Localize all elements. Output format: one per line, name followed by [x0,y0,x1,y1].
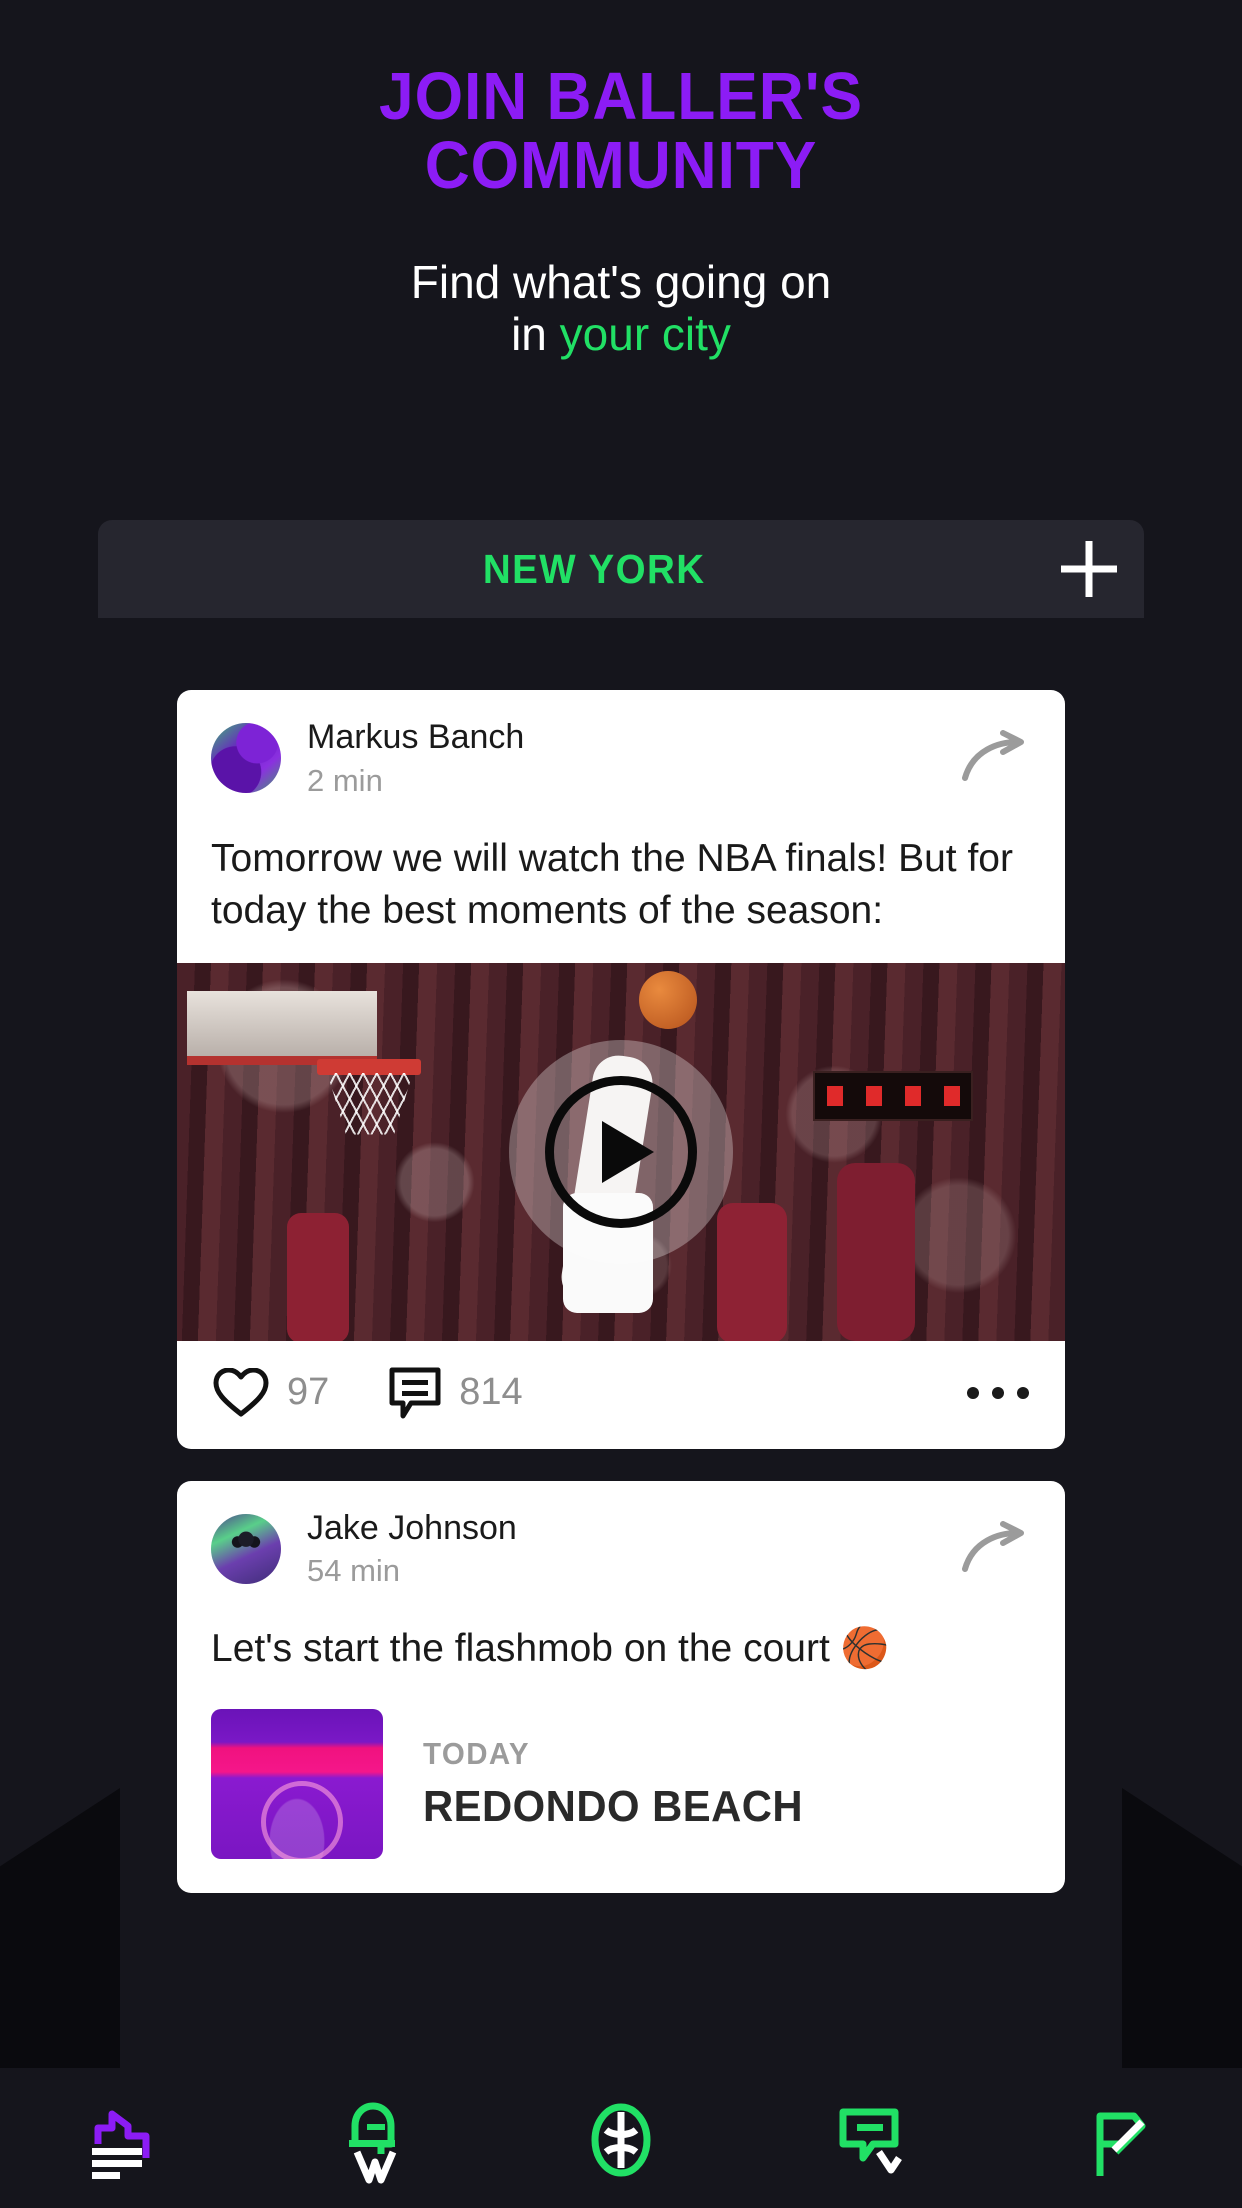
share-arrow-icon[interactable] [959,730,1031,786]
post-video[interactable] [177,962,1065,1341]
post-text: Tomorrow we will watch the NBA finals! B… [211,836,1013,932]
nav-item-feed[interactable] [49,2085,199,2195]
post-author-block: Markus Banch 2 min [307,716,959,801]
nav-item-whistle[interactable] [298,2085,448,2195]
post-timestamp: 54 min [307,1553,401,1589]
avatar[interactable] [211,723,281,794]
event-day-label: TODAY [423,1736,530,1772]
hero-section: JOIN BALLER'S COMMUNITY Find what's goin… [0,0,1242,360]
city-selector[interactable]: NEW YORK [98,520,1144,618]
ball-icon[interactable] [573,2092,669,2188]
more-options-icon[interactable] [967,1386,1029,1399]
play-triangle [602,1120,654,1183]
dot [992,1386,1004,1399]
hero-subtitle-line2: in your city [0,307,1242,361]
post-author-block: Jake Johnson 54 min [307,1507,959,1592]
post-text: Let's start the flashmob on the court 🏀 [211,1627,890,1671]
event-preview[interactable]: TODAY REDONDO BEACH [177,1701,1065,1893]
post-timestamp: 2 min [307,762,383,798]
comment-action[interactable]: 814 [389,1367,523,1419]
post-actions: 97 814 [177,1341,1065,1449]
post-card[interactable]: Markus Banch 2 min Tomorrow we will watc… [177,690,1065,1449]
nav-item-profile[interactable] [1043,2085,1193,2195]
comment-icon[interactable] [389,1367,441,1419]
post-author-name: Markus Banch [307,718,525,756]
heart-icon[interactable] [213,1367,269,1418]
hero-subtitle-prefix: in [511,307,560,360]
play-icon[interactable] [509,1039,733,1264]
event-thumbnail [211,1709,383,1860]
page-title-line1: JOIN BALLER'S [379,59,863,134]
dot [1017,1386,1029,1399]
scoreboard-graphic [813,1070,973,1121]
post-card[interactable]: Jake Johnson 54 min Let's start the flas… [177,1480,1065,1894]
player-graphic [717,1202,787,1341]
bottom-navigation[interactable] [0,2070,1242,2208]
player-graphic [287,1212,349,1341]
post-author-name: Jake Johnson [307,1508,517,1547]
post-header: Markus Banch 2 min [177,690,1065,811]
like-count: 97 [287,1371,330,1414]
basketball-graphic [639,970,697,1029]
profile-icon[interactable] [1070,2092,1166,2188]
backboard-graphic [187,990,377,1065]
event-title: REDONDO BEACH [423,1782,804,1832]
nav-item-ball[interactable] [546,2085,696,2195]
player-graphic [837,1162,915,1341]
post-header: Jake Johnson 54 min [177,1481,1065,1602]
comment-count: 814 [459,1371,523,1414]
chat-icon[interactable] [821,2092,917,2188]
feed-list[interactable]: Markus Banch 2 min Tomorrow we will watc… [0,690,1242,2070]
dot [967,1386,979,1399]
add-city-button[interactable] [1034,520,1144,618]
hero-subtitle: Find what's going on in your city [0,256,1242,361]
avatar[interactable] [211,1513,281,1584]
whistle-icon[interactable] [325,2092,421,2188]
page-title-line2: COMMUNITY [424,128,818,203]
nav-item-chat[interactable] [794,2085,944,2195]
hero-subtitle-line1: Find what's going on [410,256,832,308]
city-name-label[interactable]: NEW YORK [126,546,1006,593]
hoop-graphic [317,1058,421,1075]
event-info: TODAY REDONDO BEACH [413,1736,813,1832]
hero-subtitle-accent: your city [559,307,731,360]
app-screen: JOIN BALLER'S COMMUNITY Find what's goin… [0,0,1242,2208]
share-arrow-icon[interactable] [959,1520,1031,1577]
page-title: JOIN BALLER'S COMMUNITY [43,62,1198,200]
like-action[interactable]: 97 [213,1367,330,1418]
feed-icon[interactable] [76,2092,172,2188]
